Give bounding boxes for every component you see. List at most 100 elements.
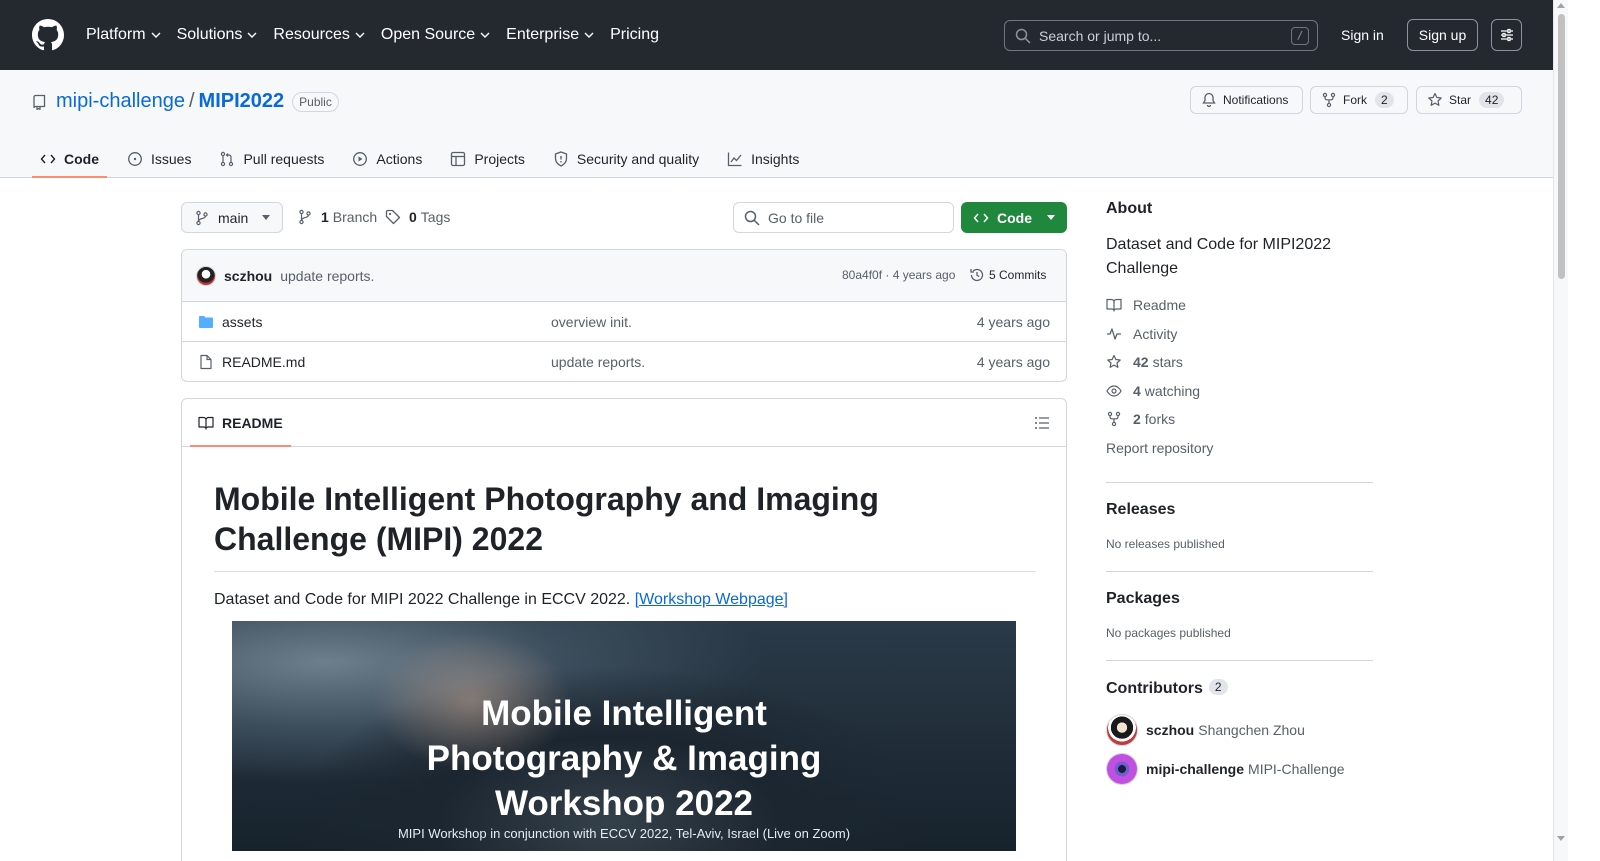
play-icon [353,152,368,166]
readme-header: README [182,399,1066,447]
commit-message-link[interactable]: update reports. [280,268,374,284]
releases-section: Releases No releases published [1106,482,1373,551]
contributor-login[interactable]: sczhou [1146,722,1194,738]
code-icon [973,213,989,222]
tab-pull-requests[interactable]: Pull requests [211,142,332,176]
global-nav: Platform Solutions Resources Open Source… [86,24,675,46]
banner-subtitle: MIPI Workshop in conjunction with ECCV 2… [397,826,851,841]
tab-insights[interactable]: Insights [719,142,807,176]
file-commit-message[interactable]: update reports. [551,354,645,370]
tags-link[interactable]: 0 Tags [385,209,450,225]
list-item[interactable]: sczhou Shangchen Zhou [1106,714,1373,746]
file-name-link[interactable]: assets [222,314,262,330]
packages-empty-text: No packages published [1106,626,1231,640]
about-title: About [1106,200,1153,217]
tag-icon [385,209,401,225]
list-unordered-icon[interactable] [1034,415,1050,431]
github-logo-icon[interactable] [32,19,64,51]
folder-icon [199,315,213,328]
nav-pricing[interactable]: Pricing [610,24,659,46]
nav-solutions[interactable]: Solutions [177,24,258,46]
nav-enterprise[interactable]: Enterprise [506,24,594,46]
tab-projects[interactable]: Projects [442,142,533,176]
repo-sidebar: About Dataset and Code for MIPI2022 Chal… [1106,200,1373,785]
star-button[interactable]: Star 42 [1416,86,1522,114]
workshop-webpage-link[interactable]: [Workshop Webpage] [635,591,788,608]
list-item[interactable]: mipi-challenge MIPI-Challenge [1106,753,1373,785]
search-shortcut-key: / [1291,27,1309,45]
file-browser: sczhou update reports. 80a4f0f · 4 years… [181,249,1067,382]
commits-history-link[interactable]: 5 Commits [969,267,1046,283]
stars-link[interactable]: 42 stars [1106,352,1373,372]
watchers-link[interactable]: 4 watching [1106,381,1373,401]
sign-in-link[interactable]: Sign in [1341,27,1384,43]
banner-title: Mobile Intelligent Photography & Imaging… [426,694,822,823]
tab-code[interactable]: Code [32,142,107,178]
branches-link[interactable]: 1 Branch [297,209,377,225]
notifications-button[interactable]: Notifications [1190,86,1303,114]
repo-name-link[interactable]: MIPI2022 [199,90,285,113]
chevron-down-icon [584,32,594,38]
sign-up-button[interactable]: Sign up [1407,19,1478,51]
repo-icon [33,94,46,110]
table-row[interactable]: README.md update reports. 4 years ago [182,342,1066,381]
contributor-name: MIPI-Challenge [1248,761,1345,777]
repo-forked-icon [1322,92,1336,108]
repo-path-separator: / [188,90,195,112]
scroll-up-arrow-icon[interactable] [1557,3,1565,8]
file-age: 4 years ago [976,313,1050,330]
contributor-login[interactable]: mipi-challenge [1146,761,1244,777]
menu-sliders-button[interactable] [1491,19,1522,51]
report-repository-link[interactable]: Report repository [1106,438,1373,458]
branch-select-button[interactable]: main [181,202,283,233]
packages-title[interactable]: Packages [1106,590,1373,608]
page-scrollbar[interactable] [1553,0,1568,861]
commit-sha-time[interactable]: 80a4f0f · 4 years ago [842,268,955,282]
readme-tab[interactable]: README [190,399,291,447]
forks-link[interactable]: 2 forks [1106,409,1373,429]
activity-link[interactable]: Activity [1106,324,1373,344]
nav-platform[interactable]: Platform [86,24,161,46]
table-row[interactable]: assets overview init. 4 years ago [182,302,1066,342]
commit-author-link[interactable]: sczhou [224,268,272,284]
readme-link[interactable]: Readme [1106,295,1373,315]
go-to-file-input[interactable]: Go to file [733,202,954,233]
contributor-name: Shangchen Zhou [1198,722,1305,738]
contributors-count: 2 [1208,679,1228,695]
git-branch-icon [196,210,208,225]
avatar[interactable] [196,265,216,286]
file-age: 4 years ago [976,354,1050,370]
tab-actions[interactable]: Actions [344,142,430,176]
tab-issues[interactable]: Issues [119,142,199,176]
git-branch-icon [299,209,311,225]
scroll-down-arrow-icon[interactable] [1557,836,1565,841]
avatar[interactable] [1106,714,1138,746]
readme-panel: README Mobile Intelligent Photography an… [181,398,1067,861]
repo-owner-link[interactable]: mipi-challenge [56,90,185,113]
releases-title[interactable]: Releases [1106,501,1373,519]
contributors-title[interactable]: Contributors 2 [1106,679,1373,698]
book-icon [198,416,214,430]
global-search-input[interactable]: Search or jump to... / [1004,20,1318,51]
scrollbar-thumb[interactable] [1558,14,1565,279]
tab-security[interactable]: Security and quality [545,142,707,176]
star-count: 42 [1479,92,1505,108]
readme-content: Mobile Intelligent Photography and Imagi… [214,479,1036,612]
history-icon [970,268,984,282]
fork-button[interactable]: Fork 2 [1310,86,1408,114]
sliders-icon [1500,28,1513,42]
triangle-down-icon [262,215,270,220]
nav-open-source[interactable]: Open Source [381,24,490,46]
about-description: Dataset and Code for MIPI2022 Challenge [1106,236,1332,277]
code-dropdown-button[interactable]: Code [961,202,1067,233]
file-commit-message[interactable]: overview init. [551,314,632,330]
workshop-banner-image: Mobile Intelligent Photography & Imaging… [232,621,1016,851]
search-icon [744,210,760,226]
file-name-link[interactable]: README.md [222,354,305,370]
latest-commit-bar: sczhou update reports. 80a4f0f · 4 years… [182,250,1066,302]
eye-icon [1106,384,1122,397]
nav-resources[interactable]: Resources [273,24,365,46]
avatar[interactable] [1106,753,1138,785]
releases-empty-text: No releases published [1106,537,1225,551]
issue-opened-icon [128,152,142,166]
